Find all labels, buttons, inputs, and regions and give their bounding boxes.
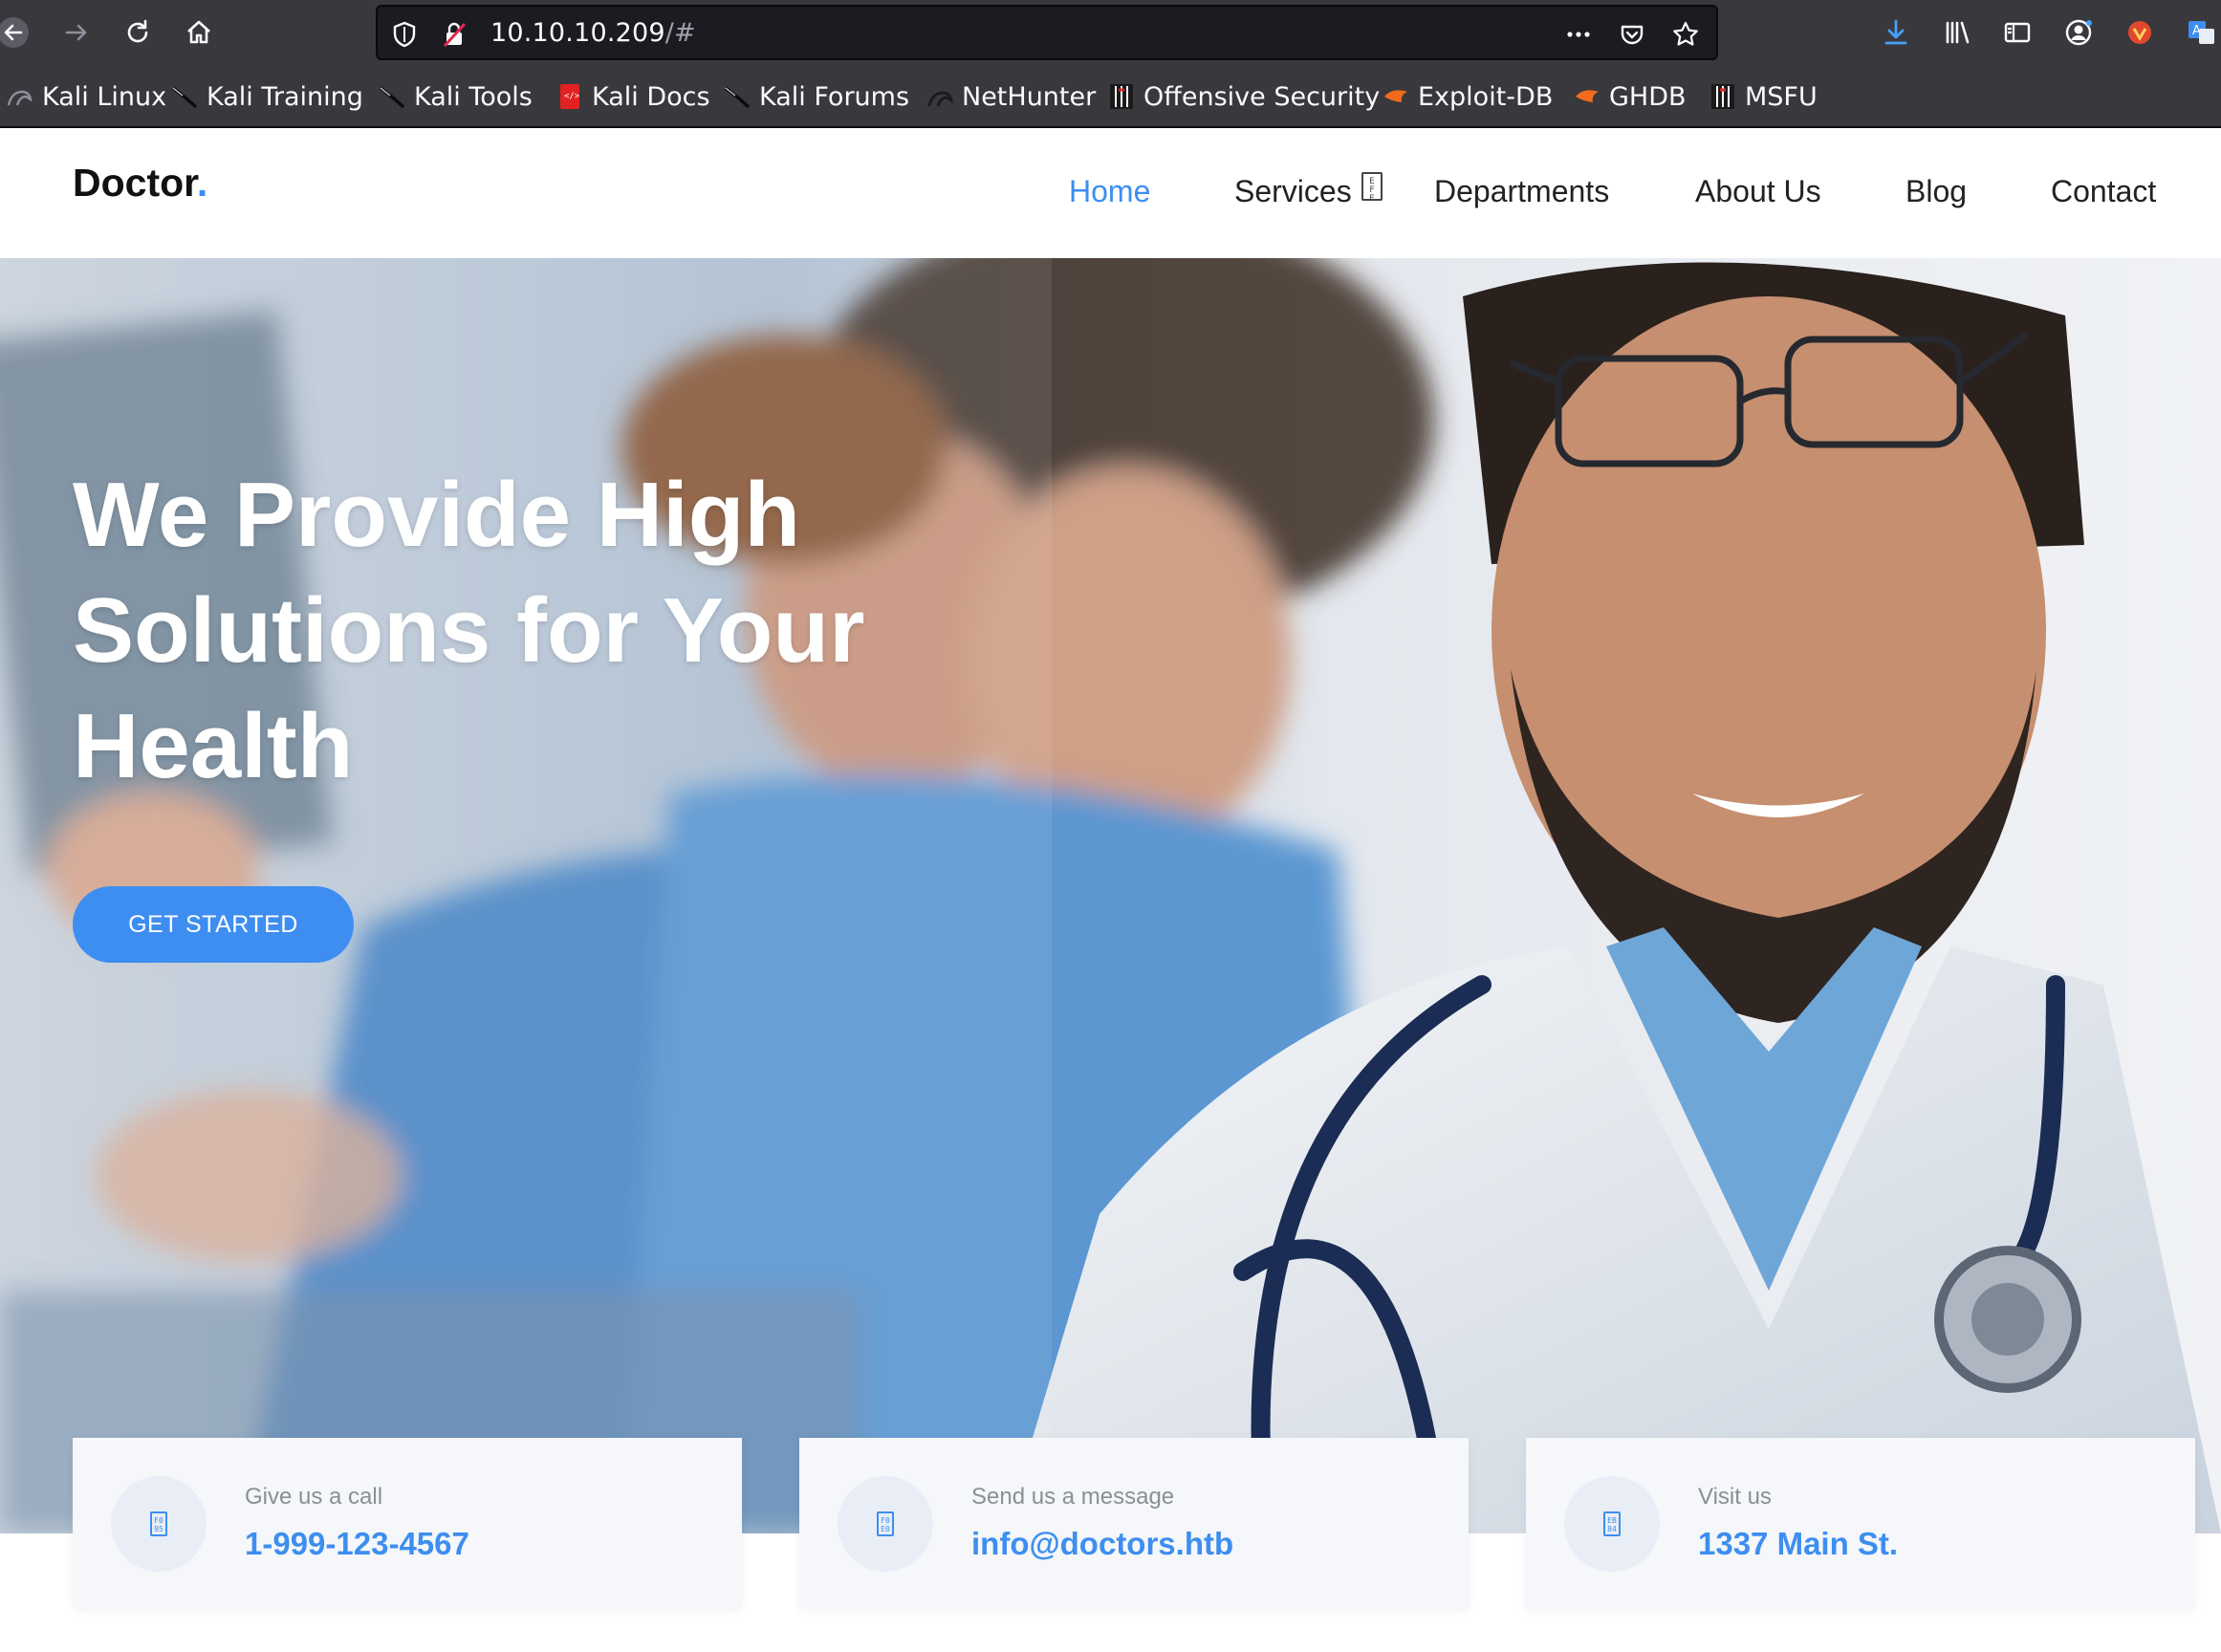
translate-button[interactable]: A — [2182, 13, 2220, 52]
info-card-label: Visit us — [1698, 1484, 1772, 1510]
bookmark-nethunter[interactable]: NetHunter — [925, 80, 1096, 113]
offsec-icon — [1107, 82, 1136, 111]
bookmarks-toolbar: Kali Linux Kali Training Kali Tools </> … — [0, 65, 2221, 128]
hero-title-line-1: We Provide High — [73, 464, 801, 566]
phone-icon: F0 95 — [111, 1476, 207, 1572]
browser-toolbar: 10.10.10.209/# A — [0, 0, 2221, 65]
exploitdb-icon — [1382, 82, 1410, 111]
kali-dragon-icon — [170, 82, 199, 111]
shield-icon[interactable] — [389, 19, 420, 50]
download-icon — [1884, 19, 1907, 45]
downloads-button[interactable] — [1877, 13, 1915, 52]
bookmark-ghdb[interactable]: GHDB — [1573, 80, 1687, 113]
bookmark-offensive-security[interactable]: Offensive Security — [1107, 80, 1380, 113]
extension-button[interactable] — [2121, 13, 2159, 52]
kali-dragon-icon — [378, 82, 406, 111]
address-link[interactable]: 1337 Main St. — [1698, 1526, 1898, 1562]
extension-icon — [2128, 21, 2151, 44]
bookmark-kali-forums[interactable]: Kali Forums — [723, 80, 909, 113]
hero-title-line-2: Solutions for Your — [73, 579, 865, 682]
home-icon — [187, 20, 210, 44]
kali-dragon-icon — [723, 82, 751, 111]
account-icon — [2065, 19, 2092, 46]
more-actions-icon[interactable] — [1563, 19, 1594, 50]
sidebar-icon — [2004, 22, 2031, 43]
map-marker-icon: EB 84 — [1564, 1476, 1660, 1572]
nav-departments[interactable]: Departments — [1434, 174, 1609, 209]
dropdown-icon[interactable]: EFE — [1361, 172, 1383, 204]
insecure-lock-icon[interactable] — [439, 19, 469, 50]
forward-arrow-icon — [65, 24, 87, 41]
kali-docs-icon: </> — [555, 82, 584, 111]
nav-blog[interactable]: Blog — [1905, 174, 1967, 209]
url-bar[interactable]: 10.10.10.209/# — [376, 5, 1718, 60]
url-text[interactable]: 10.10.10.209/# — [490, 18, 696, 48]
envelope-icon: F0 E0 — [838, 1476, 933, 1572]
exploitdb-icon — [1573, 82, 1601, 111]
reload-button[interactable] — [119, 13, 157, 52]
hero-title-line-3: Health — [73, 695, 354, 797]
kali-dragon-icon — [6, 82, 34, 111]
reload-icon — [127, 19, 148, 43]
nav-home[interactable]: Home — [1069, 174, 1150, 209]
get-started-button[interactable]: GET STARTED — [73, 886, 354, 963]
bookmark-star-icon[interactable] — [1670, 19, 1701, 50]
svg-text:</>: </> — [564, 92, 580, 101]
bookmark-kali-linux[interactable]: Kali Linux — [6, 80, 166, 113]
hero-section: We Provide High Solutions for Your Healt… — [0, 258, 2221, 1533]
nethunter-icon — [925, 82, 954, 111]
bookmark-msfu[interactable]: MSFU — [1709, 80, 1818, 113]
hero-title: We Provide High Solutions for Your Healt… — [73, 457, 1029, 804]
email-link[interactable]: info@doctors.htb — [971, 1526, 1233, 1562]
site-header: Doctor. Home Services EFE Departments Ab… — [0, 128, 2221, 258]
nav-about-us[interactable]: About Us — [1695, 174, 1821, 209]
forward-button[interactable] — [57, 13, 96, 52]
offsec-icon — [1709, 82, 1737, 111]
home-button[interactable] — [180, 13, 218, 52]
library-button[interactable] — [1938, 13, 1976, 52]
library-icon — [1946, 21, 1970, 44]
bookmark-kali-docs[interactable]: </> Kali Docs — [555, 80, 710, 113]
nav-services[interactable]: Services — [1234, 174, 1352, 209]
info-card-label: Give us a call — [245, 1484, 383, 1510]
site-logo[interactable]: Doctor. — [73, 161, 207, 206]
info-card-message: F0 E0 Send us a message info@doctors.htb — [799, 1438, 1469, 1608]
bookmark-kali-training[interactable]: Kali Training — [170, 80, 363, 113]
nav-contact[interactable]: Contact — [2051, 174, 2156, 209]
bookmark-exploit-db[interactable]: Exploit-DB — [1382, 80, 1553, 113]
account-button[interactable] — [2059, 13, 2098, 52]
phone-number-link[interactable]: 1-999-123-4567 — [245, 1526, 469, 1562]
sidebar-button[interactable] — [1998, 13, 2036, 52]
info-card-call: F0 95 Give us a call 1-999-123-4567 — [73, 1438, 742, 1608]
back-button[interactable] — [0, 13, 33, 52]
info-card-visit: EB 84 Visit us 1337 Main St. — [1526, 1438, 2195, 1608]
back-arrow-icon — [0, 17, 29, 48]
pocket-icon[interactable] — [1617, 19, 1647, 50]
info-card-label: Send us a message — [971, 1484, 1175, 1510]
translate-icon: A — [2188, 21, 2214, 44]
bookmark-kali-tools[interactable]: Kali Tools — [378, 80, 533, 113]
